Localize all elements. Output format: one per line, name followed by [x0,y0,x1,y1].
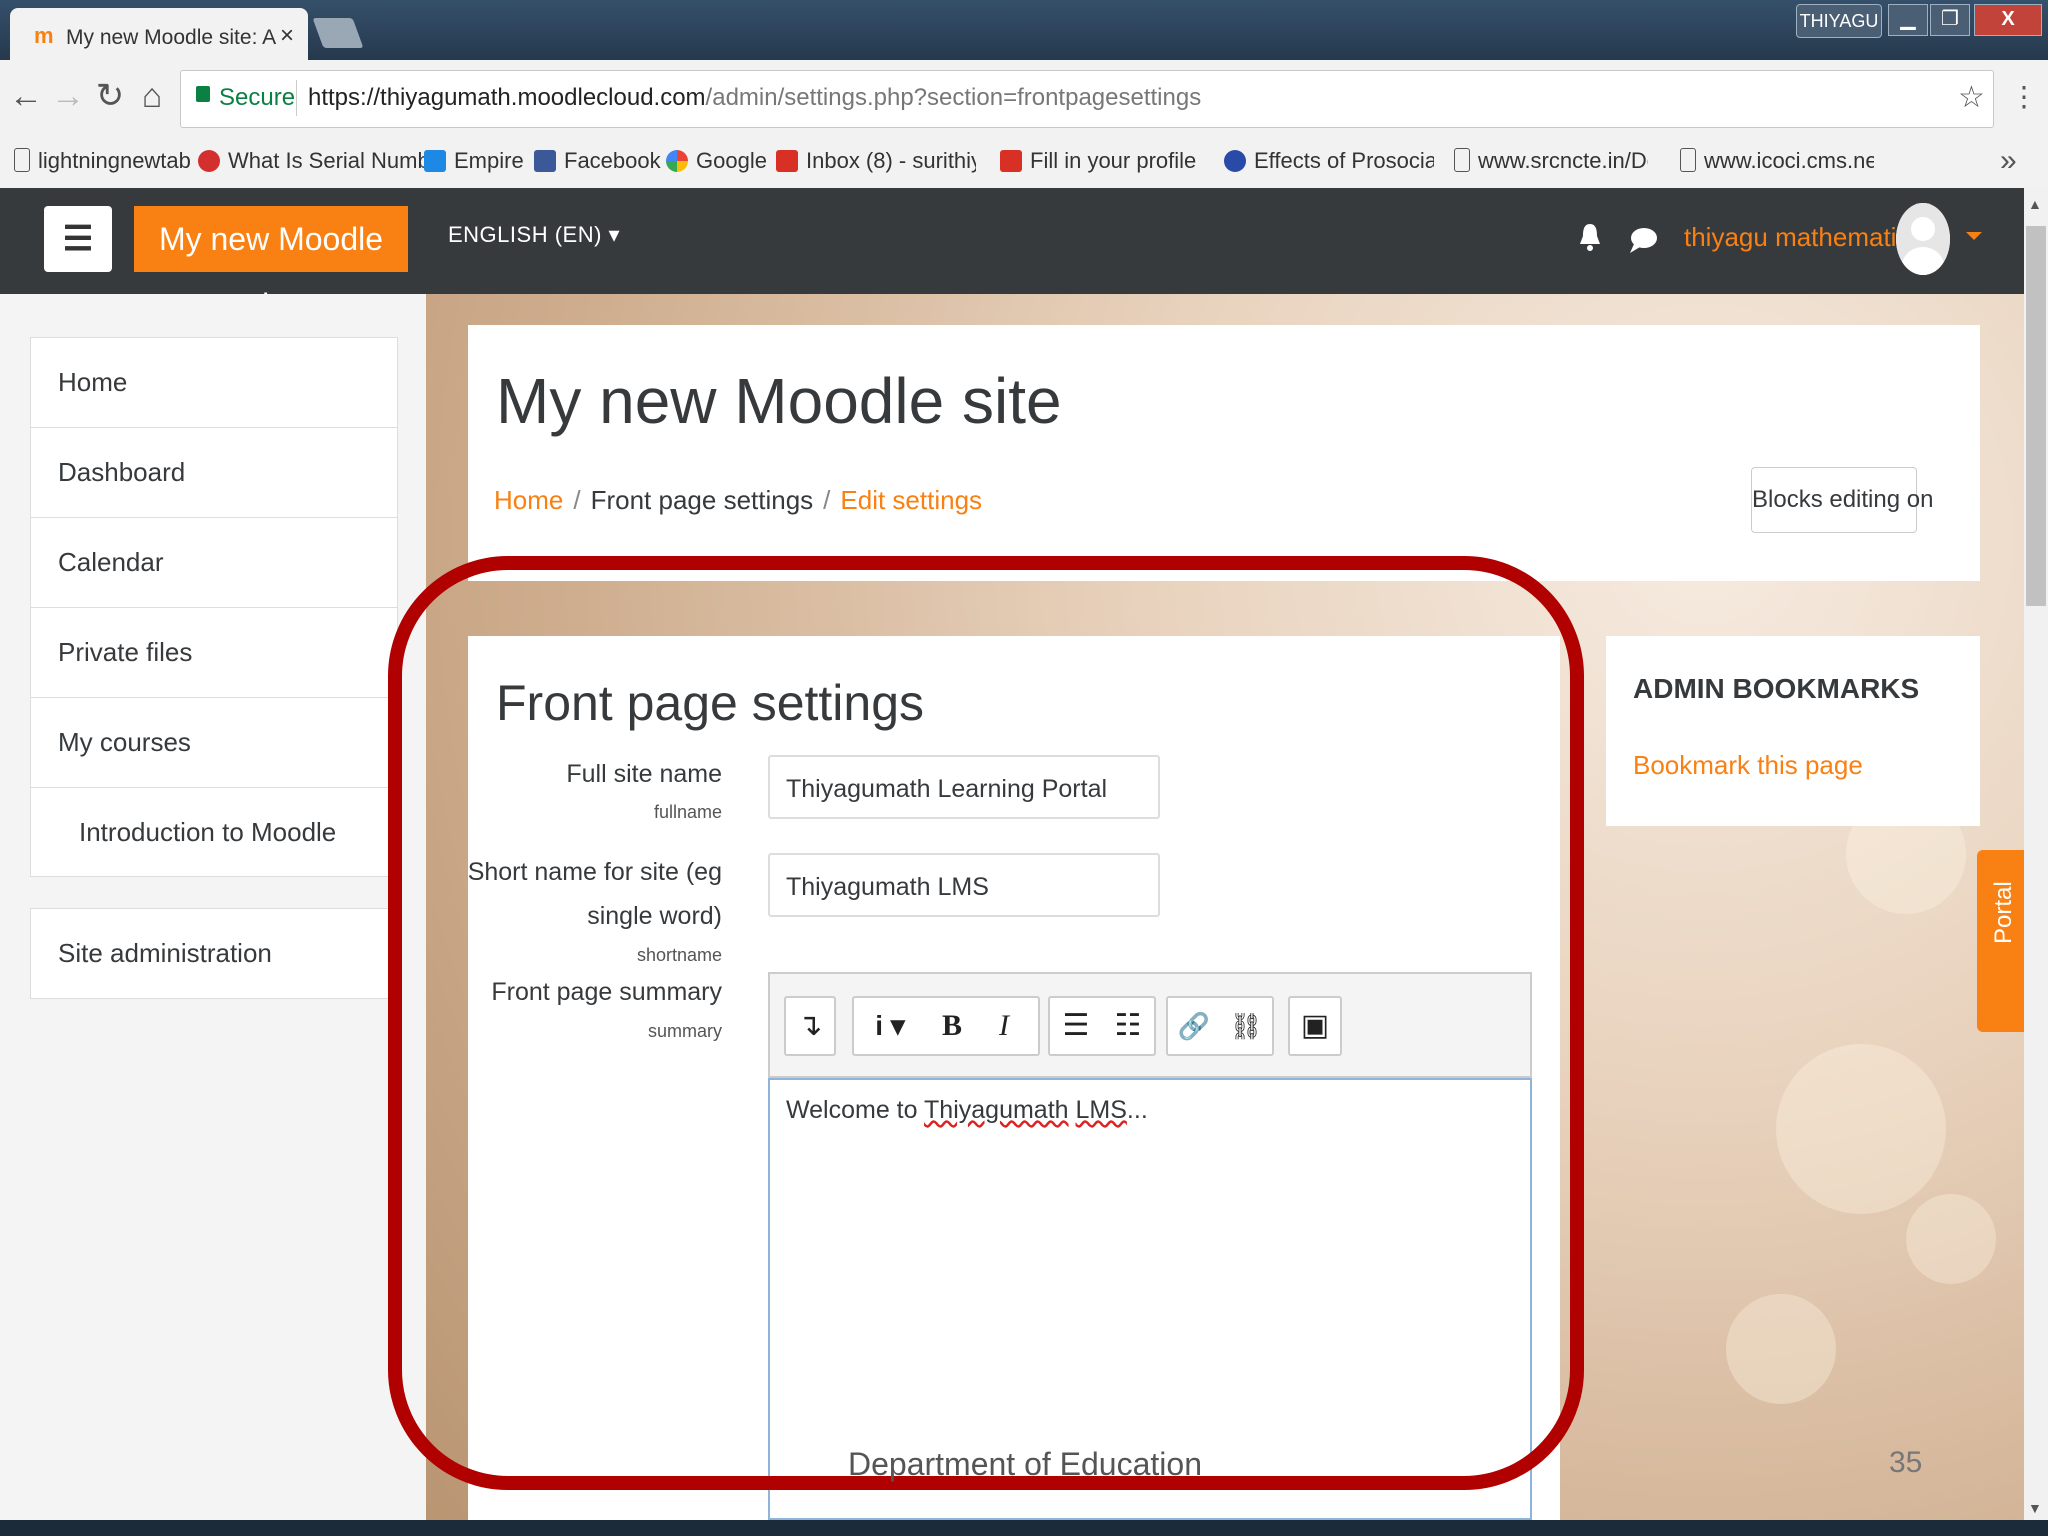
window-user-badge: THIYAGU [1796,4,1882,38]
reload-icon[interactable]: ↻ [92,78,128,114]
ask-icon [198,150,220,172]
blocks-editing-button[interactable]: Blocks editing on [1751,467,1933,533]
admin-bookmarks-block [1606,636,1980,826]
url-divider [296,80,297,116]
sidebar-item-site-administration[interactable]: Site administration [30,908,398,999]
sidebar-item-calendar[interactable]: Calendar [31,518,397,608]
forward-icon[interactable]: → [50,78,86,114]
os-taskbar [0,1520,2048,1536]
lock-icon [196,86,210,102]
secure-label: Secure [219,84,296,111]
admin-bookmarks-title: ADMIN BOOKMARKS [1633,673,1920,704]
bookmark-item[interactable]: Inbox (8) - surithiyag [776,148,976,174]
facebook-icon [534,150,556,172]
slide-footer: Department of Education [848,1446,1202,1482]
bookmark-item[interactable]: Google [666,148,767,174]
browser-menu-icon[interactable]: ⋮ [2010,80,2038,113]
bookmark-item[interactable]: Empire [424,148,524,174]
url-text[interactable]: https://thiyagumath.moodlecloud.com/admi… [308,84,1201,112]
user-menu-caret-icon[interactable] [1966,232,1982,240]
nav-drawer: Home Dashboard Calendar Private files My… [30,337,398,877]
bookmark-this-page-link[interactable]: Bookmark this page [1633,750,1863,781]
scroll-down-icon[interactable]: ▼ [2028,1500,2042,1516]
s-icon [1224,150,1246,172]
url-host: https://thiyagumath.moodlecloud.com [308,84,706,111]
bookmark-item[interactable]: www.icoci.cms.net.my [1680,148,1874,174]
scrollbar-thumb[interactable] [2026,226,2046,606]
scroll-up-icon[interactable]: ▲ [2028,196,2042,212]
restore-icon[interactable]: ❐ [1930,4,1970,36]
highlight-outline [388,556,1584,1490]
moodle-favicon-icon: m [34,23,54,48]
drawer-toggle-icon[interactable]: ☰ [44,206,112,272]
tab-title: My new Moodle site: Adı [66,26,276,49]
breadcrumb-home[interactable]: Home [494,485,563,515]
bookmark-item[interactable]: Effects of Prosocial M [1224,148,1434,174]
slide-page-number: 35 [1889,1446,1923,1479]
sidebar-item-home[interactable]: Home [31,338,397,428]
language-menu[interactable]: ENGLISH (EN) ▾ [448,222,620,248]
bookmark-item[interactable]: What Is Serial Numbe [198,148,442,174]
breadcrumb-front-page-settings[interactable]: Front page settings [591,485,814,515]
user-menu-name[interactable]: thiyagu mathematics [1684,222,1922,253]
bookmarks-bar: lightningnewtab What Is Serial Numbe Emp… [0,138,2048,189]
bookmark-item[interactable]: Facebook [534,148,661,174]
browser-tab-active[interactable]: m My new Moodle site: Adı × [10,8,308,62]
page-icon [1454,148,1470,172]
bookmarks-overflow-icon[interactable]: » [2000,144,2017,178]
back-icon[interactable]: ← [8,78,44,114]
page-icon [1680,148,1696,172]
sidebar-item-course[interactable]: Introduction to Moodle [31,788,397,877]
google-icon [666,150,688,172]
gmail-icon [1000,150,1022,172]
home-icon[interactable]: ⌂ [134,78,170,114]
bookmark-star-icon[interactable]: ☆ [1958,80,1985,115]
bookmark-item[interactable]: www.srcncte.in/Decis [1454,148,1648,174]
avatar[interactable] [1896,203,1950,275]
gmail-icon [776,150,798,172]
messages-icon[interactable] [1628,226,1658,254]
page-icon [14,148,30,172]
url-path: /admin/settings.php?section=frontpageset… [705,84,1202,111]
empire-icon [424,150,446,172]
breadcrumb: Home / Front page settings / Edit settings [494,485,983,515]
breadcrumb-edit-settings[interactable]: Edit settings [840,485,982,515]
notification-bell-icon[interactable] [1578,222,1602,252]
sidebar-item-private-files[interactable]: Private files [31,608,397,698]
window-close-icon[interactable]: X [1974,4,2042,36]
page-title: My new Moodle site [496,365,1062,437]
site-brand[interactable]: My new Moodle site [134,206,408,323]
portal-tab-label: Portal [1990,881,2017,944]
sidebar-item-my-courses[interactable]: My courses [31,698,397,788]
user-avatar-icon [1896,203,1950,275]
bookmark-item[interactable]: lightningnewtab [14,148,191,174]
bookmark-item[interactable]: Fill in your profile - th [1000,148,1200,174]
tab-close-icon[interactable]: × [280,22,294,50]
minimize-icon[interactable]: ▁ [1888,4,1928,36]
sidebar-item-dashboard[interactable]: Dashboard [31,428,397,518]
